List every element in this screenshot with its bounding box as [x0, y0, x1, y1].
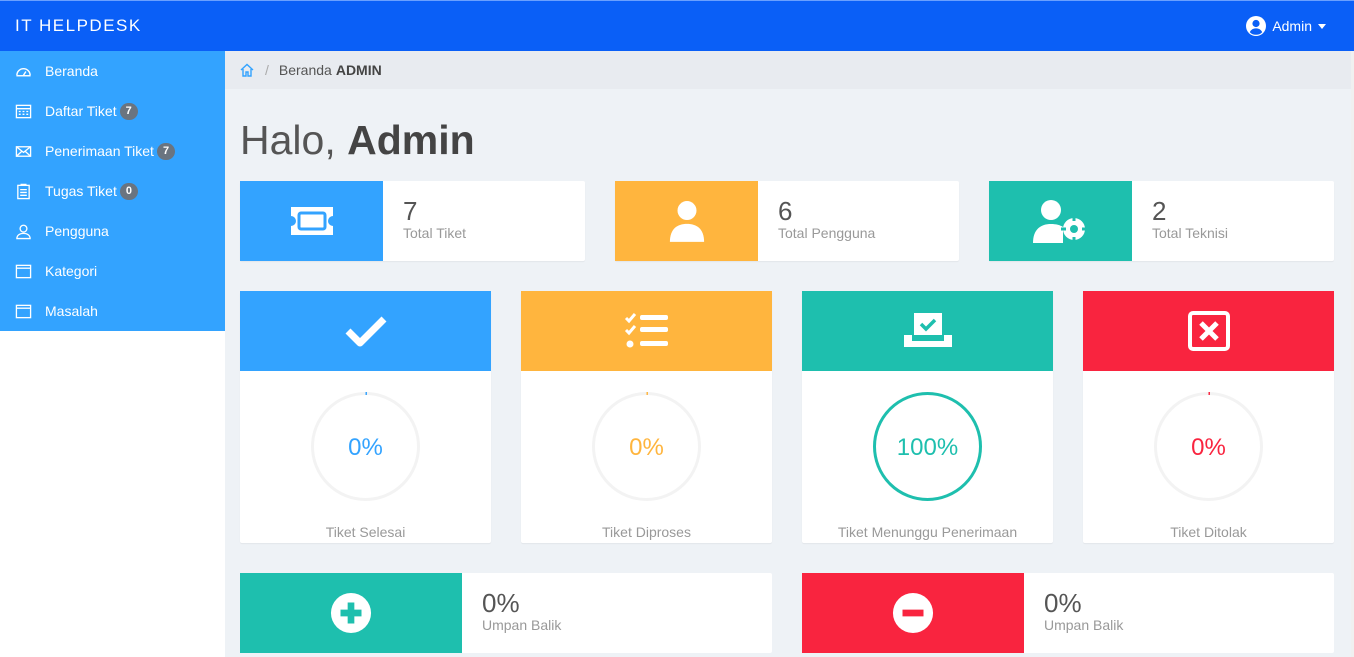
user-icon — [14, 222, 32, 240]
user-menu[interactable]: Admin — [1246, 16, 1354, 36]
greeting-name: Admin — [347, 117, 475, 163]
progress-label: Tiket Selesai — [325, 524, 406, 540]
stat-total-teknisi: 2 Total Teknisi — [989, 181, 1334, 261]
progress-label: Tiket Menunggu Penerimaan — [837, 524, 1018, 540]
top-navbar: IT HELPDESK Admin — [0, 0, 1354, 51]
sidebar-item-label: Daftar Tiket — [45, 103, 117, 119]
sidebar-item-pengguna[interactable]: Pengguna — [0, 211, 225, 251]
progress-label: Tiket Diproses — [602, 524, 691, 540]
progress-value: 100% — [896, 434, 959, 461]
progress-value: 0% — [348, 434, 383, 461]
sidebar-item-label: Penerimaan Tiket — [45, 143, 154, 159]
progress-card-menunggu: 100% Tiket Menunggu Penerimaan — [802, 291, 1053, 543]
count-badge: 7 — [156, 142, 176, 160]
ticket-icon — [240, 181, 383, 261]
window-icon — [14, 302, 32, 320]
breadcrumb-page: Beranda — [278, 62, 332, 78]
progress-card-ditolak: 0% Tiket Ditolak — [1083, 291, 1334, 543]
stat-value: 7 — [403, 196, 418, 226]
user-icon — [615, 181, 758, 261]
home-icon[interactable] — [239, 62, 255, 78]
feedback-value: 0% — [482, 588, 520, 618]
calendar-icon — [14, 102, 32, 120]
stat-label: Total Tiket — [403, 225, 467, 241]
sidebar-item-masalah[interactable]: Masalah — [0, 291, 225, 331]
user-gear-icon — [989, 181, 1132, 261]
feedback-label: Umpan Balik — [1044, 617, 1124, 633]
page-title: Halo, Admin — [240, 117, 475, 164]
progress-card-diproses: 0% Tiket Diproses — [521, 291, 772, 543]
progress-card-selesai: 0% Tiket Selesai — [240, 291, 491, 543]
sidebar-item-tugas-tiket[interactable]: Tugas Tiket 0 — [0, 171, 225, 211]
clipboard-icon — [14, 182, 32, 200]
stat-total-tiket: 7 Total Tiket — [240, 181, 585, 261]
window-icon — [14, 262, 32, 280]
sidebar-item-label: Pengguna — [45, 223, 109, 239]
sidebar-item-label: Tugas Tiket — [45, 183, 117, 199]
dashboard-icon — [14, 62, 32, 80]
progress-value: 0% — [1191, 434, 1226, 461]
sidebar-blank-area — [0, 331, 225, 657]
stat-value: 6 — [778, 196, 793, 226]
sidebar-item-label: Masalah — [45, 303, 98, 319]
progress-value: 0% — [629, 434, 664, 461]
sidebar-item-daftar-tiket[interactable]: Daftar Tiket 7 — [0, 91, 225, 131]
feedback-label: Umpan Balik — [482, 617, 562, 633]
sidebar: Beranda Daftar Tiket 7 Penerimaan Tiket … — [0, 51, 225, 331]
sidebar-item-penerimaan-tiket[interactable]: Penerimaan Tiket 7 — [0, 131, 225, 171]
stat-total-pengguna: 6 Total Pengguna — [615, 181, 959, 261]
stat-label: Total Teknisi — [1152, 225, 1229, 241]
sidebar-item-kategori[interactable]: Kategori — [0, 251, 225, 291]
envelope-icon — [14, 142, 32, 160]
sidebar-item-label: Beranda — [45, 63, 98, 79]
feedback-positive: 0% Umpan Balik — [240, 573, 772, 653]
stat-value: 2 — [1152, 196, 1167, 226]
feedback-value: 0% — [1044, 588, 1082, 618]
feedback-negative: 0% Umpan Balik — [802, 573, 1334, 653]
breadcrumb-separator: / — [265, 62, 269, 78]
breadcrumb-role: ADMIN — [335, 62, 382, 78]
sidebar-item-beranda[interactable]: Beranda — [0, 51, 225, 91]
greeting-prefix: Halo, — [240, 117, 336, 163]
ballot-box-icon — [802, 291, 1053, 371]
x-square-icon — [1083, 291, 1334, 371]
progress-label: Tiket Ditolak — [1170, 524, 1247, 540]
breadcrumb: / Beranda ADMIN — [225, 51, 1351, 89]
checklist-icon — [521, 291, 772, 371]
minus-circle-icon — [802, 573, 1024, 653]
caret-down-icon — [1318, 23, 1326, 29]
plus-circle-icon — [240, 573, 462, 653]
sidebar-item-label: Kategori — [45, 263, 98, 279]
check-icon — [240, 291, 491, 371]
count-badge: 0 — [119, 182, 138, 200]
stat-label: Total Pengguna — [778, 225, 876, 241]
count-badge: 7 — [119, 102, 138, 120]
user-circle-icon — [1246, 16, 1267, 36]
app-brand[interactable]: IT HELPDESK — [0, 16, 142, 36]
user-menu-label: Admin — [1272, 18, 1312, 34]
